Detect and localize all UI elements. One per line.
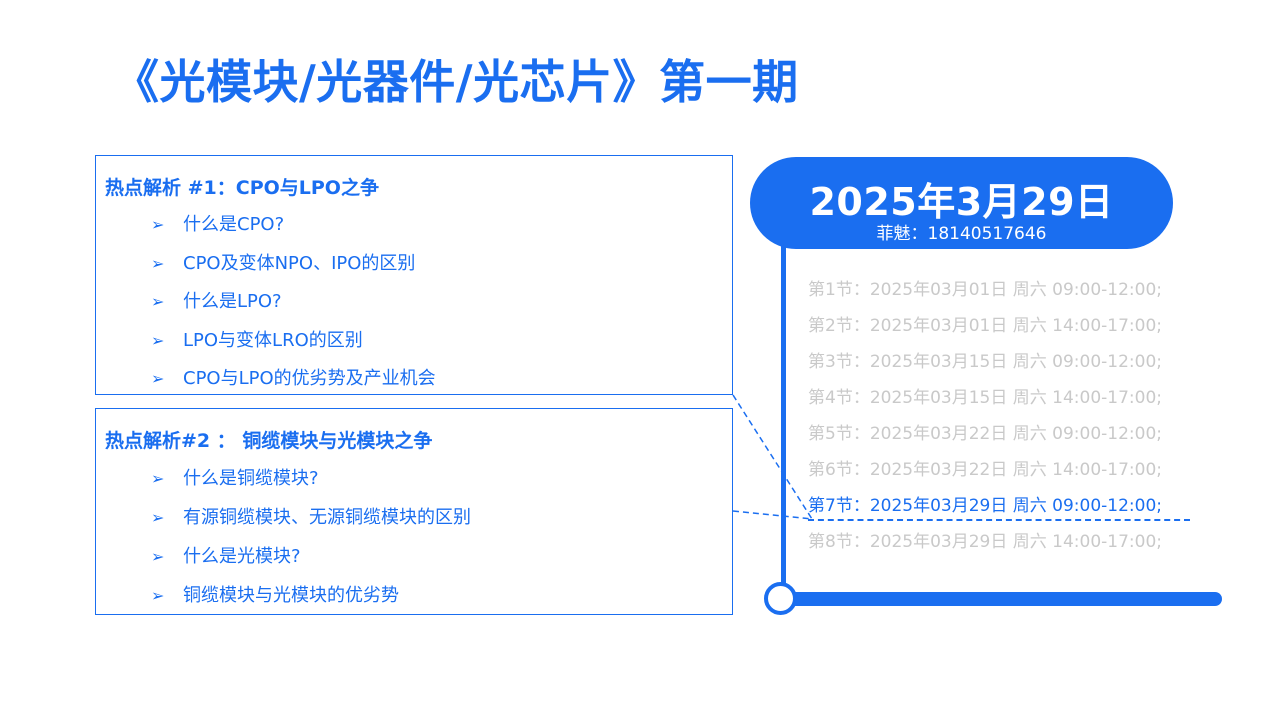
topic-list-1: ➢ 什么是CPO? ➢ CPO及变体NPO、IPO的区别 ➢ 什么是LPO? ➢ LPO… bbox=[151, 210, 436, 403]
page-title: 《光模块/光器件/光芯片》第一期 bbox=[113, 55, 799, 109]
list-item: ➢ CPO与LPO的优劣势及产业机会 bbox=[151, 364, 436, 403]
connector-line-2 bbox=[732, 510, 813, 520]
list-item: ➢ CPO及变体NPO、IPO的区别 bbox=[151, 249, 436, 288]
session-item-6: 第6节：2025年03月22日 周六 14:00-17:00; bbox=[808, 460, 1162, 480]
list-item: ➢ 铜缆模块与光模块的优劣势 bbox=[151, 581, 471, 620]
arrow-bullet-icon: ➢ bbox=[151, 330, 165, 350]
arrow-bullet-icon: ➢ bbox=[151, 292, 165, 311]
connector-line-1 bbox=[732, 394, 813, 520]
topic-heading-1: 热点解析 #1：CPO与LPO之争 bbox=[105, 177, 379, 199]
arrow-bullet-icon: ➢ bbox=[151, 369, 165, 388]
topic-box-2: 热点解析#2 ： 铜缆模块与光模块之争 ➢ 什么是铜缆模块? ➢ 有源铜缆模块、无源… bbox=[95, 408, 733, 615]
session-item-2: 第2节：2025年03月01日 周六 14:00-17:00; bbox=[808, 316, 1162, 336]
session-item-5: 第5节：2025年03月22日 周六 09:00-12:00; bbox=[808, 424, 1162, 444]
date-label: 2025年3月29日 bbox=[809, 180, 1114, 224]
list-item: ➢ 什么是铜缆模块? bbox=[151, 464, 471, 503]
date-badge: 2025年3月29日 菲魅：18140517646 bbox=[750, 157, 1173, 249]
session-item-8: 第8节：2025年03月29日 周六 14:00-17:00; bbox=[808, 532, 1162, 552]
timeline-vertical-line bbox=[781, 240, 786, 585]
arrow-bullet-icon: ➢ bbox=[151, 469, 165, 488]
list-item: ➢ 什么是光模块? bbox=[151, 542, 471, 581]
list-item: ➢ 什么是LPO? bbox=[151, 287, 436, 326]
arrow-bullet-icon: ➢ bbox=[151, 215, 165, 234]
session-item-4: 第4节：2025年03月15日 周六 14:00-17:00; bbox=[808, 388, 1162, 408]
topic-list-2: ➢ 什么是铜缆模块? ➢ 有源铜缆模块、无源铜缆模块的区别 ➢ 什么是光模块? ➢ 铜缆… bbox=[151, 464, 471, 620]
topic-box-1: 热点解析 #1：CPO与LPO之争 ➢ 什么是CPO? ➢ CPO及变体NPO、IP… bbox=[95, 155, 733, 395]
timeline-start-dot bbox=[764, 582, 797, 615]
list-item: ➢ 有源铜缆模块、无源铜缆模块的区别 bbox=[151, 503, 471, 542]
session-item-7: 第7节：2025年03月29日 周六 09:00-12:00; bbox=[808, 496, 1162, 516]
contact-label: 菲魅：18140517646 bbox=[876, 224, 1047, 244]
session-item-1: 第1节：2025年03月01日 周六 09:00-12:00; bbox=[808, 280, 1162, 300]
timeline-horizontal-bar bbox=[786, 592, 1222, 606]
active-session-underline bbox=[808, 519, 1190, 521]
list-item: ➢ 什么是CPO? bbox=[151, 210, 436, 249]
arrow-bullet-icon: ➢ bbox=[151, 586, 165, 605]
arrow-bullet-icon: ➢ bbox=[151, 253, 165, 273]
list-item: ➢ LPO与变体LRO的区别 bbox=[151, 326, 436, 365]
topic-heading-2: 热点解析#2 ： 铜缆模块与光模块之争 bbox=[105, 430, 433, 452]
arrow-bullet-icon: ➢ bbox=[151, 547, 165, 566]
session-item-3: 第3节：2025年03月15日 周六 09:00-12:00; bbox=[808, 352, 1162, 372]
arrow-bullet-icon: ➢ bbox=[151, 508, 165, 527]
